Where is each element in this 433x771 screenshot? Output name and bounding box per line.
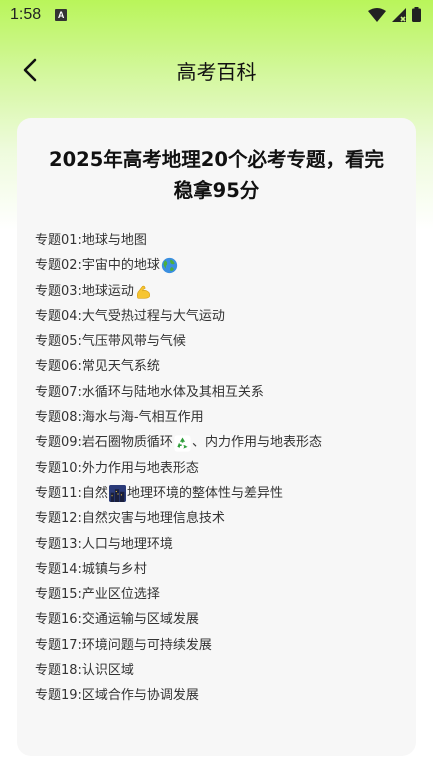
flexed-arm-icon [135,283,152,300]
topic-list-item: 专题18:认识区域 [35,658,398,683]
topic-list-item: 专题13:人口与地理环境 [35,532,398,557]
globe-icon [161,257,178,274]
topic-list-item: 专题03:地球运动 [35,279,398,304]
topic-list-item: 专题19:区域合作与协调发展 [35,683,398,708]
topic-text-continued: 、内力作用与地表形态 [191,435,322,451]
topic-list-item: 专题12:自然灾害与地理信息技术 [35,506,398,531]
status-icons [368,7,421,22]
topic-text: 专题09:岩石圈物质循环 [35,435,173,451]
topic-text: 专题03:地球运动 [35,283,134,299]
topic-text: 专题10:外力作用与地表形态 [35,460,199,476]
topic-list-item: 专题05:气压带风带与气候 [35,329,398,354]
wifi-icon [368,7,386,22]
topic-list-item: 专题02:宇宙中的地球 [35,253,398,278]
topic-text: 专题02:宇宙中的地球 [35,258,160,274]
topic-list: 专题01:地球与地图 专题02:宇宙中的地球 专题03:地球运动专题04:大气受热过… [35,228,398,709]
topic-text: 专题17:环境问题与可持续发展 [35,637,212,653]
topic-text-continued: 地理环境的整体性与差异性 [126,485,283,501]
topic-text: 专题15:产业区位选择 [35,587,160,603]
topic-list-item: 专题07:水循环与陆地水体及其相互关系 [35,380,398,405]
topic-list-item: 专题01:地球与地图 [35,228,398,253]
topic-list-item: 专题14:城镇与乡村 [35,557,398,582]
notification-a-icon: A [55,9,68,21]
recycle-icon [174,434,191,452]
topic-text: 专题07:水循环与陆地水体及其相互关系 [35,384,264,400]
topic-text: 专题19:区域合作与协调发展 [35,688,199,704]
topic-list-item: 专题08:海水与海-气相互作用 [35,405,398,430]
topic-text: 专题11:自然 [35,485,108,501]
topic-text: 专题13:人口与地理环境 [35,536,173,552]
topic-text: 专题04:大气受热过程与大气运动 [35,308,225,324]
city-night-icon [108,485,126,503]
topic-text: 专题12:自然灾害与地理信息技术 [35,511,225,527]
article-title: 2025年高考地理20个必考专题，看完稳拿95分 [49,148,384,202]
topic-list-item: 专题04:大气受热过程与大气运动 [35,304,398,329]
topic-text: 专题05:气压带风带与气候 [35,334,186,350]
topic-list-item: 专题06:常见天气系统 [35,354,398,379]
app-header: 高考百科 [0,40,433,100]
status-bar: 1:58 A [0,0,433,30]
cellular-signal-icon [392,7,406,22]
topic-text: 专题14:城镇与乡村 [35,561,147,577]
topic-list-item: 专题09:岩石圈物质循环 、内力作用与地表形态 [35,430,398,455]
topic-list-item: 专题10:外力作用与地表形态 [35,456,398,481]
topic-text: 专题06:常见天气系统 [35,359,160,375]
topic-list-item: 专题15:产业区位选择 [35,582,398,607]
page-title: 高考百科 [176,59,257,84]
topic-list-item: 专题17:环境问题与可持续发展 [35,633,398,658]
topic-list-item: 专题11:自然 地理环境的整体性与差异性 [35,481,398,506]
topic-text: 专题08:海水与海-气相互作用 [35,410,204,426]
status-time: 1:58 [10,6,42,23]
battery-icon [412,7,421,22]
topic-text: 专题18:认识区域 [35,663,134,679]
topic-text: 专题01:地球与地图 [35,233,147,248]
article-card: 2025年高考地理20个必考专题，看完稳拿95分 专题01:地球与地图 专题02:… [17,118,416,756]
topic-list-item: 专题16:交通运输与区域发展 [35,607,398,632]
topic-text: 专题16:交通运输与区域发展 [35,612,199,628]
